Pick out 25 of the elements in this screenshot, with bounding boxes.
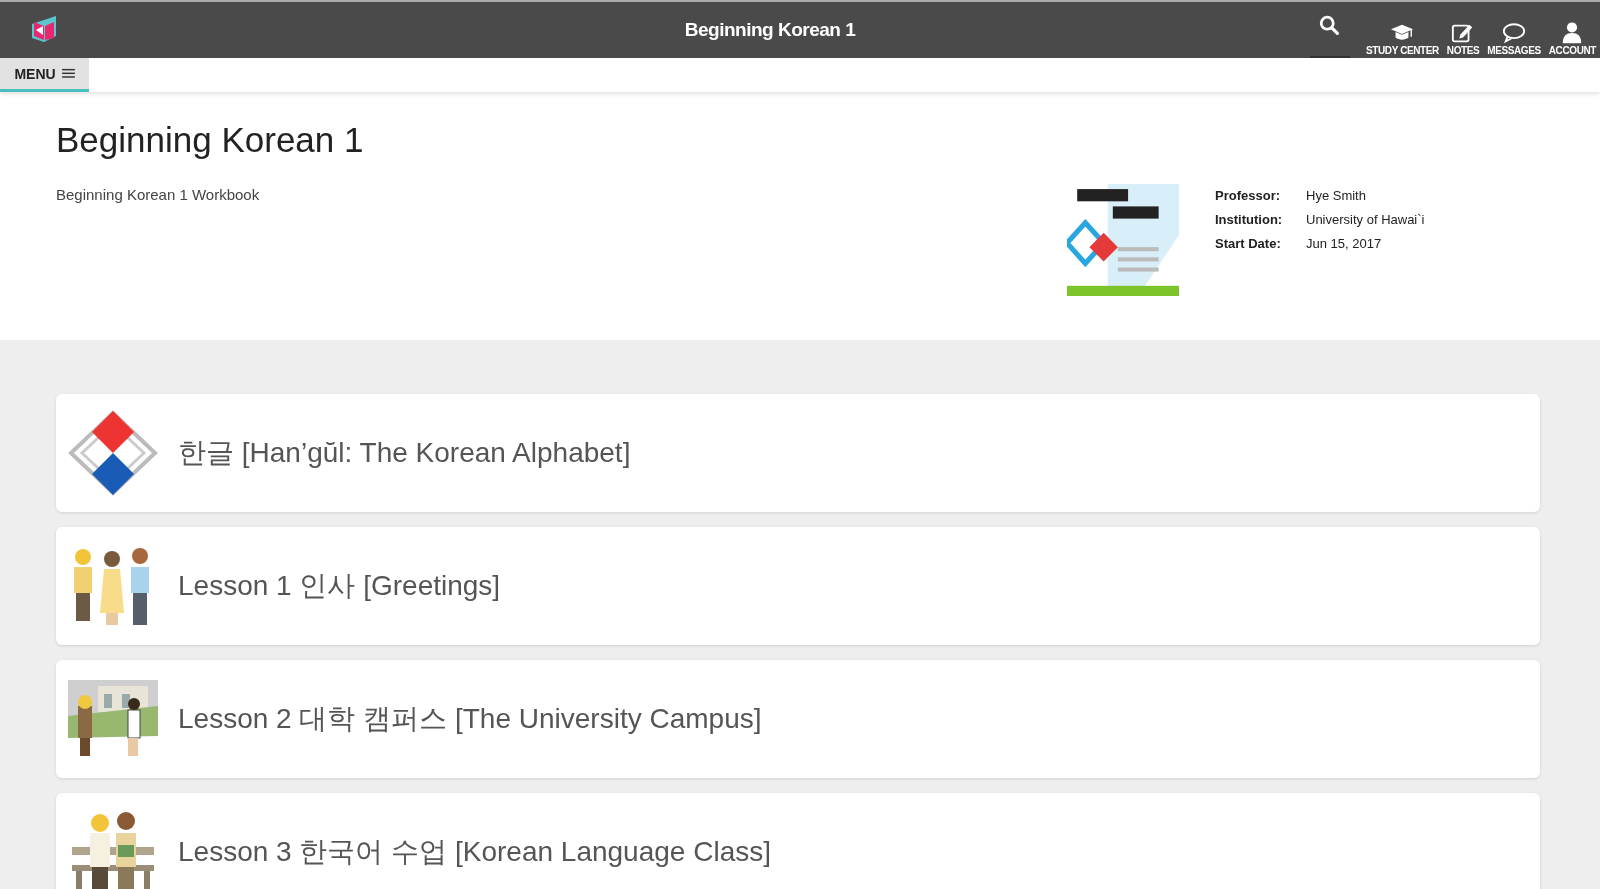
lesson-title[interactable]: 한글 [Han’gŭl: The Korean Alphabet] [178, 434, 631, 472]
detail-value: University of Hawai`i [1306, 212, 1426, 227]
lesson-card[interactable]: Lesson 2 대학 캠퍼스 [The University Campus] [56, 660, 1540, 778]
menu-icon [61, 68, 75, 79]
course-title: Beginning Korean 1 [56, 120, 365, 160]
logo-icon[interactable] [30, 16, 58, 44]
nav-button[interactable]: MESSAGES [1483, 2, 1545, 58]
speech-bubble-icon [1502, 21, 1527, 45]
lesson-card[interactable]: Lesson 1 인사 [Greetings] [56, 527, 1540, 645]
lesson-card[interactable]: 한글 [Han’gŭl: The Korean Alphabet] [56, 394, 1540, 512]
detail-label: Start Date: [1215, 236, 1282, 251]
lesson-title[interactable]: Lesson 1 인사 [Greetings] [178, 567, 501, 605]
menu-button[interactable]: MENU [0, 58, 89, 92]
detail-label: Institution: [1215, 212, 1284, 227]
nav-button[interactable]: STUDY CENTER [1362, 2, 1443, 58]
detail-label: Professor: [1215, 188, 1282, 203]
nav-button[interactable]: ACCOUNT [1544, 2, 1600, 58]
course-subtitle: Beginning Korean 1 Workbook [56, 186, 261, 203]
app-title: Beginning Korean 1 [683, 19, 857, 41]
nav-button[interactable]: NOTES [1442, 2, 1484, 58]
lesson-title[interactable]: Lesson 3 한국어 수업 [Korean Language Class] [178, 833, 771, 871]
lesson-card[interactable]: Lesson 3 한국어 수업 [Korean Language Class] [56, 793, 1540, 889]
detail-value: Hye Smith [1306, 188, 1367, 203]
lesson-title[interactable]: Lesson 2 대학 캠퍼스 [The University Campus] [178, 700, 762, 738]
detail-value: Jun 15, 2017 [1306, 236, 1383, 251]
